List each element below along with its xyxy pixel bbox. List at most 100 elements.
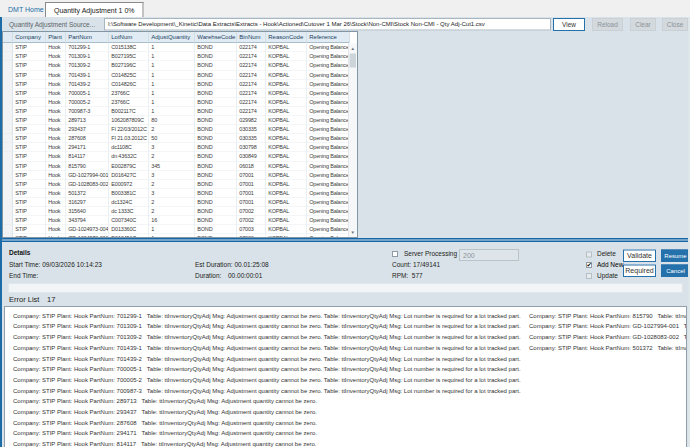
grid-column-header[interactable]: Plant xyxy=(45,32,65,43)
table-row[interactable]: STIPHook2897131062087809C80BOND029982KOP… xyxy=(3,116,349,125)
grid-column-header[interactable]: BinNum xyxy=(236,32,265,43)
delete-checkbox[interactable] xyxy=(586,252,592,258)
table-row[interactable]: STIPHook700987-3B002117C1BOND022174KOPBA… xyxy=(3,106,349,115)
table-row[interactable]: STIPHook700005-223766C1BOND022174KOPBALO… xyxy=(3,97,349,106)
table-row[interactable]: STIPHook701439-2C014826C1BOND022174KOPBA… xyxy=(3,79,349,88)
row-indicator[interactable] xyxy=(3,116,12,125)
scroll-thumb[interactable] xyxy=(350,54,357,68)
row-indicator[interactable] xyxy=(3,207,12,216)
table-row[interactable]: STIPHook316297dc1324C2BOND07001KOPBALOpe… xyxy=(3,197,349,206)
grid-cell: 345 xyxy=(148,161,194,170)
row-indicator[interactable] xyxy=(3,197,12,206)
grid-cell: 2 xyxy=(148,207,194,216)
grid-cell: Opening Balance xyxy=(306,152,349,161)
row-indicator[interactable] xyxy=(3,88,12,97)
error-list-item[interactable]: Company: STIP Plant: Hook PartNum: 70000… xyxy=(13,376,521,383)
error-list-item[interactable]: Company: STIP Plant: Hook PartNum: 28971… xyxy=(13,398,317,405)
row-indicator[interactable] xyxy=(3,134,12,143)
table-row[interactable]: STIPHook287608FI 21.03.2012C50BOND030335… xyxy=(3,134,349,143)
grid-cell: Opening Balance xyxy=(306,143,349,152)
add-new-checkbox[interactable]: ✔ xyxy=(586,262,592,268)
row-indicator[interactable] xyxy=(3,43,12,52)
row-indicator[interactable] xyxy=(3,79,12,88)
resume-button[interactable]: Resume xyxy=(661,250,690,263)
error-list-item[interactable]: Company: STIP Plant: Hook PartNum: 81579… xyxy=(529,312,687,319)
grid-cell: 3 xyxy=(148,143,194,152)
grid-column-header[interactable]: Company xyxy=(12,32,45,43)
error-list-item[interactable]: Company: STIP Plant: Hook PartNum: 50137… xyxy=(529,344,687,351)
error-list-item[interactable]: Company: STIP Plant: Hook PartNum: 70000… xyxy=(13,366,521,373)
grid-column-header[interactable]: AdjustQuantity xyxy=(148,32,194,43)
error-list-item[interactable]: Company: STIP Plant: Hook PartNum: 28760… xyxy=(13,419,317,426)
grid-column-header[interactable]: WarehseCode xyxy=(194,32,236,43)
error-list-item[interactable]: Company: STIP Plant: Hook PartNum: 29417… xyxy=(13,430,317,437)
grid-cell: KOPBAL xyxy=(265,216,306,225)
row-indicator[interactable] xyxy=(3,125,12,134)
table-row[interactable]: STIPHookGD-1024973-004D013360C1BOND07003… xyxy=(3,225,349,234)
table-row[interactable]: STIPHook701309-2B027196C1BOND022174KOPBA… xyxy=(3,61,349,70)
error-list-item[interactable]: Company: STIP Plant: Hook PartNum: 70129… xyxy=(13,312,521,319)
view-button[interactable]: View xyxy=(553,18,585,31)
row-indicator[interactable] xyxy=(3,61,12,70)
grid-column-header[interactable]: Reference xyxy=(306,32,349,43)
table-row[interactable]: STIPHook815790E002879C345BOND06018KOPBAL… xyxy=(3,161,349,170)
table-row[interactable]: STIPHook701299-1C015138C1BOND022174KOPBA… xyxy=(3,43,349,52)
required-button[interactable]: Required xyxy=(623,265,656,278)
row-indicator[interactable] xyxy=(3,161,12,170)
scroll-down-icon[interactable]: ▼ xyxy=(349,228,358,237)
validate-button[interactable]: Validate xyxy=(623,250,656,263)
row-indicator[interactable] xyxy=(3,70,12,79)
row-indicator[interactable] xyxy=(3,170,12,179)
table-row[interactable]: STIPHook701439-1C014825C1BOND022174KOPBA… xyxy=(3,70,349,79)
server-processing-checkbox[interactable] xyxy=(392,251,398,257)
error-list-item[interactable]: Company: STIP Plant: Hook PartNum: 81411… xyxy=(13,440,316,447)
source-path-input[interactable]: I:\Software Development\_Kinetic\Data Ex… xyxy=(104,18,551,31)
grid-cell: 293437 xyxy=(65,125,108,134)
error-list-item[interactable]: Company: STIP Plant: Hook PartNum: GD-10… xyxy=(529,323,687,330)
table-row[interactable]: STIPHook814117dn 43632C2BOND030849KOPBAL… xyxy=(3,152,349,161)
grid-cell: BOND xyxy=(194,134,236,143)
error-list[interactable]: Company: STIP Plant: Hook PartNum: 70129… xyxy=(4,306,687,447)
row-indicator[interactable] xyxy=(3,152,12,161)
grid-column-header[interactable]: PartNum xyxy=(65,32,108,43)
table-row[interactable]: STIPHook343794C007340C16BOND07002KOPBALO… xyxy=(3,216,349,225)
error-list-item[interactable]: Company: STIP Plant: Hook PartNum: 29343… xyxy=(13,408,317,415)
row-indicator[interactable] xyxy=(3,225,12,234)
grid-cell: Opening Balance xyxy=(306,207,349,216)
update-checkbox[interactable] xyxy=(586,273,592,279)
row-indicator[interactable] xyxy=(3,179,12,188)
table-row[interactable]: STIPHookGD-1028083-002E0009722BOND07001K… xyxy=(3,179,349,188)
error-list-item[interactable]: Company: STIP Plant: Hook PartNum: 70143… xyxy=(13,355,521,362)
error-list-item[interactable]: Company: STIP Plant: Hook PartNum: 70098… xyxy=(13,387,521,394)
grid-cell: KOPBAL xyxy=(265,179,306,188)
table-row[interactable]: STIPHook294171dc1108C3BOND030798KOPBALOp… xyxy=(3,143,349,152)
grid-cell: Opening Balance xyxy=(306,134,349,143)
cancel-button[interactable]: Cancel xyxy=(661,265,690,278)
grid-cell: Hook xyxy=(45,106,65,115)
tab-dmt-home[interactable]: DMT Home xyxy=(4,2,48,17)
error-list-item[interactable]: Company: STIP Plant: Hook PartNum: 70143… xyxy=(13,344,521,351)
table-row[interactable]: STIPHook293437FI 22/03/2012C2BOND030335K… xyxy=(3,125,349,134)
scroll-up-icon[interactable]: ▲ xyxy=(349,44,358,53)
table-row[interactable]: STIPHook315640dc 1333C2BOND07002KOPBALOp… xyxy=(3,207,349,216)
row-indicator[interactable] xyxy=(3,143,12,152)
row-indicator[interactable] xyxy=(3,188,12,197)
grid-vertical-scrollbar[interactable]: ▲ ▼ xyxy=(348,44,357,238)
row-indicator[interactable] xyxy=(3,106,12,115)
error-list-item[interactable]: Company: STIP Plant: Hook PartNum: 70130… xyxy=(13,333,521,340)
row-indicator[interactable] xyxy=(3,216,12,225)
table-row[interactable]: STIPHook501372B003381C3BOND07001KOPBALOp… xyxy=(3,188,349,197)
grid-column-header[interactable]: LotNum xyxy=(108,32,148,43)
row-indicator[interactable] xyxy=(3,97,12,106)
grid-cell: 030798 xyxy=(236,143,265,152)
table-row[interactable]: STIPHook701309-1B027195C1BOND022174KOPBA… xyxy=(3,52,349,61)
table-row[interactable]: STIPHookGD-1027994-001D016427C3BOND07001… xyxy=(3,170,349,179)
grid-cell: KOPBAL xyxy=(265,70,306,79)
error-list-item[interactable]: Company: STIP Plant: Hook PartNum: GD-10… xyxy=(529,333,687,340)
table-row[interactable]: STIPHook700005-123766C1BOND022174KOPBALO… xyxy=(3,88,349,97)
grid-cell: KOPBAL xyxy=(265,161,306,170)
tab-quantity-adjustment[interactable]: Quantity Adjustment 1 0% xyxy=(45,2,144,17)
row-indicator[interactable] xyxy=(3,52,12,61)
grid-column-header[interactable]: ReasonCode xyxy=(265,32,306,43)
error-list-item[interactable]: Company: STIP Plant: Hook PartNum: 70130… xyxy=(13,323,521,330)
